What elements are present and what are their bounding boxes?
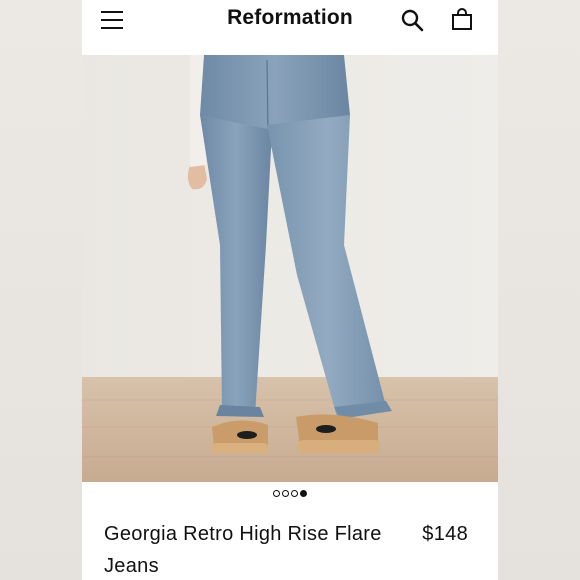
product-image[interactable] (82, 55, 498, 482)
right-backdrop (498, 0, 580, 580)
image-carousel-dots (82, 490, 498, 497)
top-nav-bar: Reformation (82, 0, 498, 54)
shopping-bag-icon[interactable] (450, 7, 474, 31)
search-icon[interactable] (400, 8, 424, 32)
brand-logo[interactable]: Reformation (82, 6, 498, 30)
product-price: $148 (422, 523, 468, 545)
carousel-dot-3[interactable] (291, 490, 298, 497)
carousel-dot-1[interactable] (273, 490, 280, 497)
product-photo-illustration (82, 55, 498, 482)
left-backdrop (0, 0, 82, 580)
carousel-dot-2[interactable] (282, 490, 289, 497)
carousel-dot-4[interactable] (300, 490, 307, 497)
product-page: Reformation Georgia Retro High Rise Flar… (82, 0, 498, 580)
product-title: Georgia Retro High Rise Flare Jeans (104, 523, 382, 577)
